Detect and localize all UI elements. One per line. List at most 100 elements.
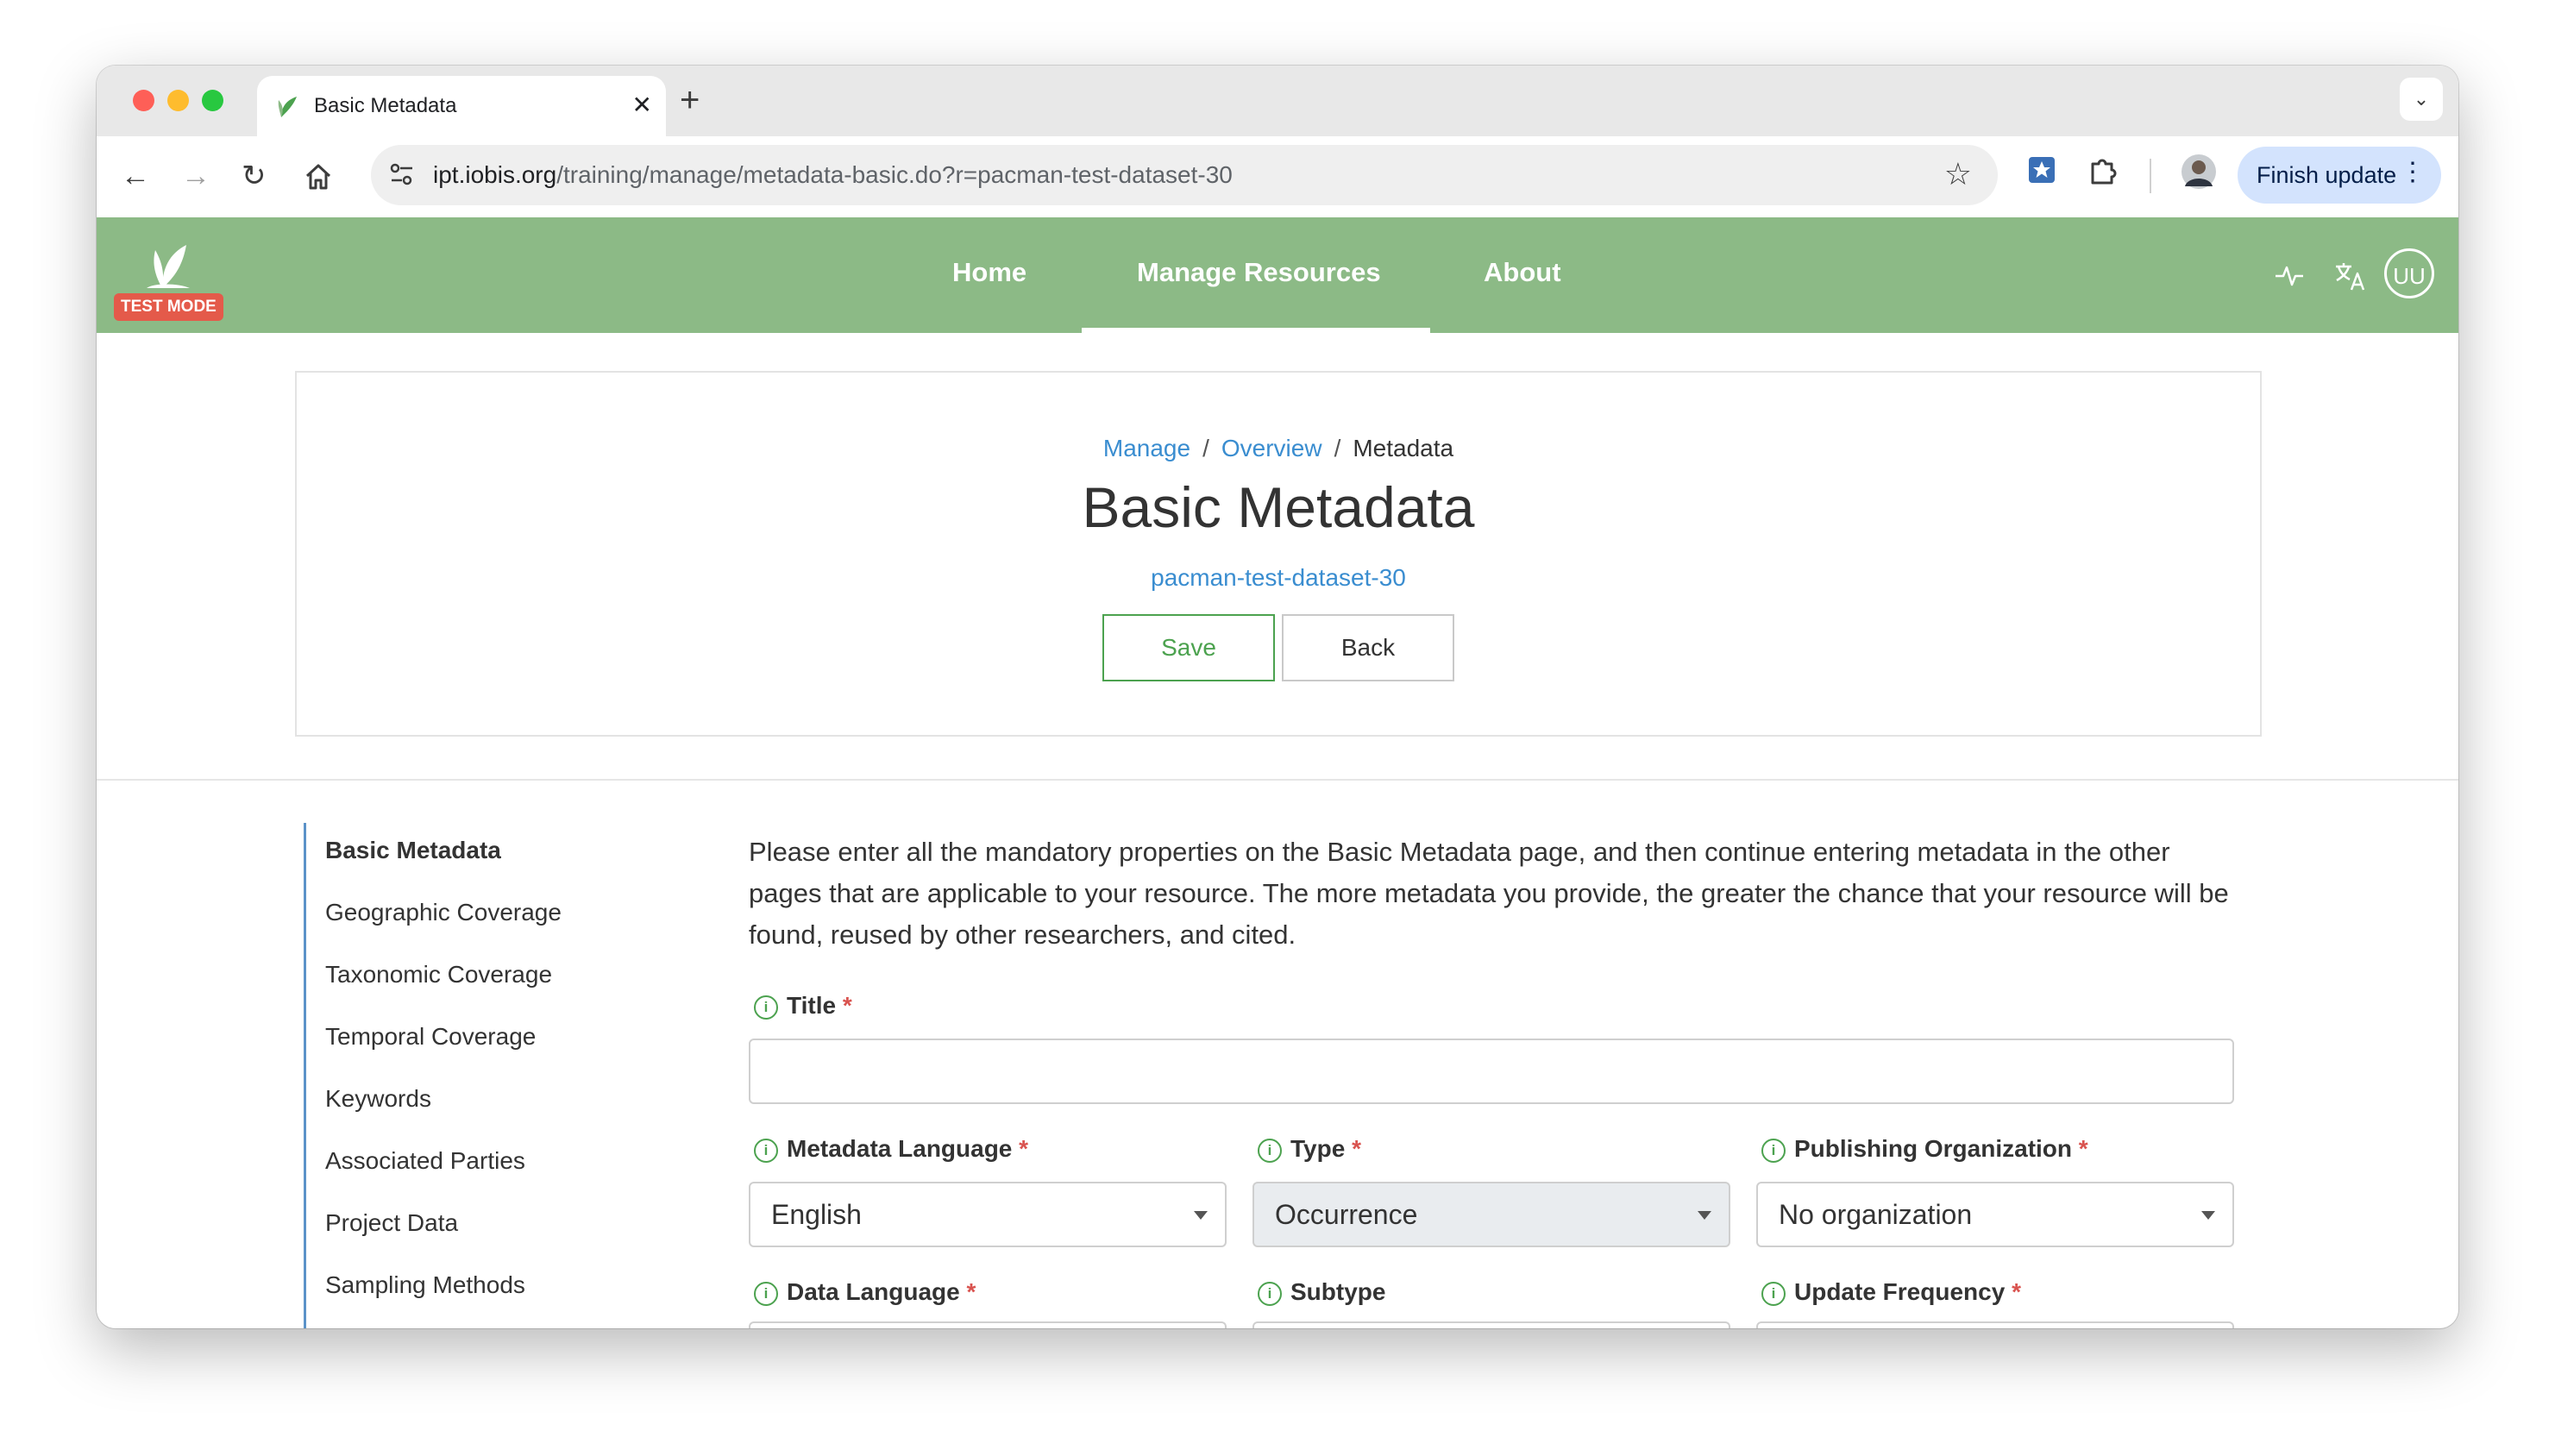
reload-icon[interactable]: ↻ bbox=[242, 159, 267, 193]
update-frequency-label-text: Update Frequency bbox=[1794, 1278, 2006, 1305]
tab-search-chevron-icon[interactable]: ⌄ bbox=[2400, 78, 2443, 121]
finish-update-label: Finish update bbox=[2257, 161, 2397, 188]
type-select[interactable]: Occurrence bbox=[1252, 1182, 1730, 1247]
leaf-favicon-icon bbox=[278, 97, 297, 117]
url-path: /training/manage/metadata-basic.do?r=pac… bbox=[556, 161, 1233, 188]
close-window-button[interactable] bbox=[133, 90, 154, 111]
address-bar[interactable]: ipt.iobis.org/training/manage/metadata-b… bbox=[371, 145, 1998, 205]
publishing-organization-label: i Publishing Organization * bbox=[1761, 1135, 2088, 1163]
metadata-language-label: i Metadata Language * bbox=[754, 1135, 1028, 1163]
caret-down-icon bbox=[1698, 1211, 1711, 1220]
publishing-organization-select[interactable]: No organization bbox=[1756, 1182, 2234, 1247]
extensions-puzzle-icon[interactable] bbox=[2087, 155, 2119, 186]
sidebar-item-temporal-coverage[interactable]: Temporal Coverage bbox=[325, 1023, 536, 1051]
site-header: TEST MODE Home Manage Resources About UU bbox=[97, 217, 2458, 333]
toolbar-divider bbox=[2150, 159, 2151, 193]
data-language-label: i Data Language * bbox=[754, 1278, 976, 1306]
required-asterisk: * bbox=[2078, 1135, 2088, 1162]
user-avatar[interactable]: UU bbox=[2384, 248, 2434, 298]
subtype-label-text: Subtype bbox=[1290, 1278, 1386, 1305]
bookmark-star-icon[interactable]: ☆ bbox=[1944, 156, 1972, 192]
info-icon[interactable]: i bbox=[1258, 1139, 1282, 1163]
back-arrow-icon[interactable]: ← bbox=[121, 159, 150, 193]
close-tab-icon[interactable]: ✕ bbox=[632, 90, 652, 121]
nav-about[interactable]: About bbox=[1484, 257, 1561, 288]
subtype-label: i Subtype bbox=[1258, 1278, 1385, 1306]
required-asterisk: * bbox=[966, 1278, 976, 1305]
required-asterisk: * bbox=[842, 992, 852, 1019]
intro-text: Please enter all the mandatory propertie… bbox=[749, 837, 2229, 950]
metadata-sections-sidebar: Basic Metadata Geographic Coverage Taxon… bbox=[304, 823, 651, 1328]
info-icon[interactable]: i bbox=[754, 1139, 778, 1163]
metadata-language-value: English bbox=[771, 1199, 862, 1230]
info-icon[interactable]: i bbox=[754, 1282, 778, 1306]
caret-down-icon bbox=[1194, 1211, 1208, 1220]
breadcrumb-separator: / bbox=[1202, 435, 1209, 461]
info-icon[interactable]: i bbox=[1761, 1139, 1786, 1163]
tab-strip: Basic Metadata ✕ + ⌄ bbox=[97, 66, 2458, 136]
sidebar-item-taxonomic-coverage[interactable]: Taxonomic Coverage bbox=[325, 961, 552, 988]
save-button[interactable]: Save bbox=[1102, 614, 1275, 681]
new-tab-icon[interactable]: + bbox=[680, 79, 700, 121]
browser-tab[interactable]: Basic Metadata ✕ bbox=[257, 76, 666, 136]
metadata-language-label-text: Metadata Language bbox=[787, 1135, 1013, 1162]
forward-arrow-icon[interactable]: → bbox=[181, 159, 210, 193]
required-asterisk: * bbox=[2012, 1278, 2021, 1305]
info-icon[interactable]: i bbox=[1258, 1282, 1282, 1306]
minimize-window-button[interactable] bbox=[167, 90, 189, 111]
zoom-window-button[interactable] bbox=[202, 90, 223, 111]
breadcrumb-current: Metadata bbox=[1353, 435, 1454, 461]
health-pulse-icon[interactable] bbox=[2274, 262, 2305, 288]
browser-window: Basic Metadata ✕ + ⌄ ← → ↻ ipt.iobis.org… bbox=[97, 66, 2458, 1328]
sidebar-item-sampling-methods[interactable]: Sampling Methods bbox=[325, 1271, 525, 1299]
url-text: ipt.iobis.org/training/manage/metadata-b… bbox=[433, 161, 1233, 189]
nav-home[interactable]: Home bbox=[952, 257, 1026, 288]
finish-update-button[interactable]: Finish update ⋮ bbox=[2238, 147, 2441, 204]
more-vert-icon: ⋮ bbox=[2400, 158, 2426, 186]
title-label: i Title * bbox=[754, 992, 852, 1020]
back-button[interactable]: Back bbox=[1282, 614, 1454, 681]
section-divider bbox=[97, 779, 2458, 781]
breadcrumb-separator: / bbox=[1334, 435, 1341, 461]
extension-badge-icon[interactable] bbox=[2027, 155, 2056, 185]
data-language-select[interactable] bbox=[749, 1321, 1227, 1328]
browser-toolbar: ← → ↻ ipt.iobis.org/training/manage/meta… bbox=[97, 136, 2458, 217]
site-info-icon[interactable] bbox=[385, 157, 419, 191]
home-icon[interactable] bbox=[304, 162, 333, 191]
breadcrumb-overview[interactable]: Overview bbox=[1221, 435, 1322, 461]
metadata-language-select[interactable]: English bbox=[749, 1182, 1227, 1247]
page-title: Basic Metadata bbox=[1082, 475, 1475, 539]
update-frequency-select[interactable] bbox=[1756, 1321, 2234, 1328]
subtype-select[interactable] bbox=[1252, 1321, 1730, 1328]
active-nav-indicator bbox=[1082, 328, 1430, 333]
url-host: ipt.iobis.org bbox=[433, 161, 557, 188]
caret-down-icon bbox=[2201, 1211, 2215, 1220]
nav-manage-resources[interactable]: Manage Resources bbox=[1137, 257, 1381, 288]
publishing-organization-value: No organization bbox=[1779, 1199, 1973, 1230]
required-asterisk: * bbox=[1019, 1135, 1029, 1162]
publishing-organization-label-text: Publishing Organization bbox=[1794, 1135, 2072, 1162]
sidebar-item-associated-parties[interactable]: Associated Parties bbox=[325, 1147, 525, 1175]
profile-avatar-icon[interactable] bbox=[2181, 154, 2217, 190]
type-value: Occurrence bbox=[1275, 1199, 1418, 1230]
data-language-label-text: Data Language bbox=[787, 1278, 960, 1305]
ipt-leaf-logo-icon[interactable] bbox=[136, 240, 197, 292]
info-icon[interactable]: i bbox=[754, 995, 778, 1020]
update-frequency-label: i Update Frequency * bbox=[1761, 1278, 2021, 1306]
info-icon[interactable]: i bbox=[1761, 1282, 1786, 1306]
sidebar-item-basic-metadata[interactable]: Basic Metadata bbox=[325, 837, 501, 864]
title-label-text: Title bbox=[787, 992, 837, 1019]
resource-header-card: Manage / Overview / Metadata Basic Metadata … bbox=[295, 371, 2262, 737]
type-label: i Type * bbox=[1258, 1135, 1361, 1163]
title-input[interactable] bbox=[749, 1039, 2234, 1104]
breadcrumb-manage[interactable]: Manage bbox=[1103, 435, 1190, 461]
translate-language-icon[interactable] bbox=[2334, 260, 2367, 292]
required-asterisk: * bbox=[1352, 1135, 1361, 1162]
sidebar-item-project-data[interactable]: Project Data bbox=[325, 1209, 458, 1237]
sidebar-item-keywords[interactable]: Keywords bbox=[325, 1085, 431, 1113]
tab-title: Basic Metadata bbox=[314, 94, 457, 117]
breadcrumb: Manage / Overview / Metadata bbox=[297, 435, 2260, 462]
test-mode-badge: TEST MODE bbox=[114, 293, 223, 321]
resource-name-link[interactable]: pacman-test-dataset-30 bbox=[297, 564, 2260, 592]
sidebar-item-geographic-coverage[interactable]: Geographic Coverage bbox=[325, 899, 562, 926]
